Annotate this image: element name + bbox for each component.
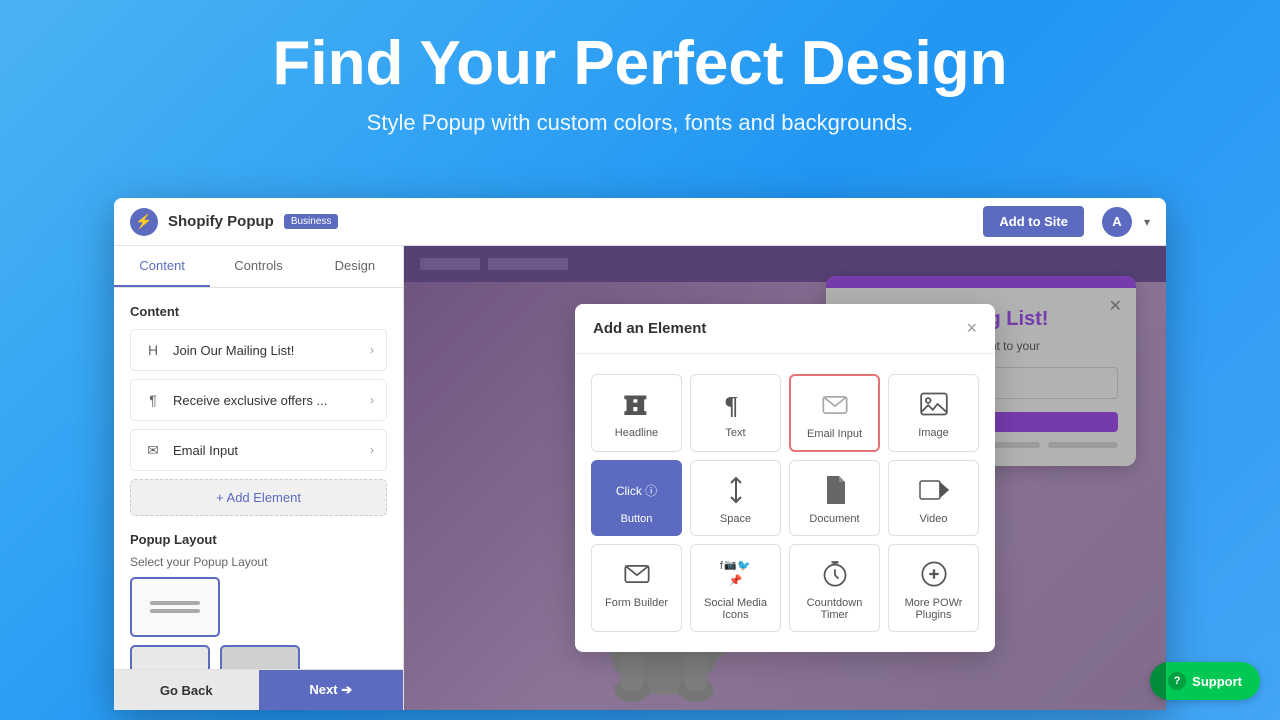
element-button-label: Button	[621, 513, 653, 525]
element-button[interactable]: Click ⓘ Button	[591, 460, 682, 536]
popup-layout-section: Popup Layout Select your Popup Layout	[130, 532, 387, 637]
element-image-label: Image	[918, 427, 949, 439]
modal-header: Add an Element ×	[575, 304, 995, 354]
headline-element-icon: H	[623, 389, 651, 419]
app-window: ⚡ Shopify Popup Business Add to Site A ▾…	[114, 198, 1166, 710]
content-item-email-arrow: ›	[370, 443, 374, 457]
video-element-icon	[919, 475, 949, 505]
modal-body: H Headline ¶ Text	[575, 354, 995, 652]
element-countdown-label: Countdown Timer	[798, 597, 871, 621]
modal-close-icon[interactable]: ×	[966, 318, 977, 339]
element-space-label: Space	[720, 513, 751, 525]
svg-text:H: H	[625, 390, 645, 418]
button-element-icon: Click ⓘ	[616, 475, 657, 505]
hero-subtitle: Style Popup with custom colors, fonts an…	[20, 110, 1260, 136]
more-plugins-element-icon	[920, 559, 948, 589]
element-image[interactable]: Image	[888, 374, 979, 452]
popup-layout-label: Popup Layout	[130, 532, 387, 547]
select-layout-label: Select your Popup Layout	[130, 555, 387, 569]
element-form-builder[interactable]: Form Builder	[591, 544, 682, 632]
email-icon: ✉	[143, 440, 163, 460]
nav-logo: ⚡	[130, 208, 158, 236]
element-more-plugins-label: More POWr Plugins	[897, 597, 970, 621]
content-section-label: Content	[130, 304, 387, 319]
nav-avatar: A	[1102, 207, 1132, 237]
color-bg-item[interactable]: Color Background	[130, 645, 210, 669]
nav-chevron-icon: ▾	[1144, 215, 1150, 229]
sidebar-tabs: Content Controls Design	[114, 246, 403, 288]
support-icon: ?	[1168, 672, 1186, 690]
element-more-plugins[interactable]: More POWr Plugins	[888, 544, 979, 632]
layout-options	[130, 577, 387, 637]
add-element-modal: Add an Element × H Headline	[575, 304, 995, 652]
modal-title: Add an Element	[593, 320, 706, 337]
layout-option-1[interactable]	[130, 577, 220, 637]
sidebar-content-area: Content H Join Our Mailing List! › ¶ Rec…	[114, 288, 403, 669]
sidebar-bottom-buttons: Go Back Next ➔	[114, 669, 403, 710]
element-video[interactable]: Video	[888, 460, 979, 536]
element-social-media[interactable]: f📷🐦📌 Social Media Icons	[690, 544, 781, 632]
element-countdown[interactable]: Countdown Timer	[789, 544, 880, 632]
email-element-icon	[821, 390, 849, 420]
layout-line	[150, 601, 200, 605]
color-bg-swatch	[130, 645, 210, 669]
content-item-text[interactable]: ¶ Receive exclusive offers ... ›	[130, 379, 387, 421]
social-media-element-icon: f📷🐦📌	[720, 559, 752, 589]
element-headline-label: Headline	[615, 427, 658, 439]
nav-badge: Business	[284, 214, 339, 229]
document-element-icon	[823, 475, 847, 505]
add-element-button[interactable]: + Add Element	[130, 479, 387, 516]
content-item-headline[interactable]: H Join Our Mailing List! ›	[130, 329, 387, 371]
image-element-icon	[920, 389, 948, 419]
svg-text:¶: ¶	[724, 390, 738, 418]
element-email-label: Email Input	[807, 428, 862, 440]
element-space[interactable]: Space	[690, 460, 781, 536]
top-nav: ⚡ Shopify Popup Business Add to Site A ▾	[114, 198, 1166, 246]
image-bg-swatch	[220, 645, 300, 669]
nav-title: Shopify Popup	[168, 213, 274, 230]
element-text-label: Text	[725, 427, 745, 439]
color-bg-options: Color Background Image Background	[130, 645, 387, 669]
modal-overlay: Add an Element × H Headline	[404, 246, 1166, 710]
tab-design[interactable]: Design	[307, 246, 403, 287]
element-email-input[interactable]: Email Input	[789, 374, 880, 452]
tab-content[interactable]: Content	[114, 246, 210, 287]
add-to-site-button[interactable]: Add to Site	[983, 206, 1084, 237]
element-headline[interactable]: H Headline	[591, 374, 682, 452]
support-button[interactable]: ? Support	[1150, 662, 1260, 700]
main-layout: Content Controls Design Content H Join O…	[114, 246, 1166, 710]
text-element-icon: ¶	[722, 389, 750, 419]
next-button[interactable]: Next ➔	[259, 670, 404, 710]
form-builder-element-icon	[623, 559, 651, 589]
hero-section: Find Your Perfect Design Style Popup wit…	[0, 0, 1280, 156]
hero-title: Find Your Perfect Design	[20, 30, 1260, 98]
tab-controls[interactable]: Controls	[210, 246, 306, 287]
add-element-label: + Add Element	[216, 490, 301, 505]
support-label: Support	[1192, 674, 1242, 689]
content-item-headline-label: Join Our Mailing List!	[173, 343, 370, 358]
image-bg-item[interactable]: Image Background	[218, 645, 302, 669]
text-icon: ¶	[143, 390, 163, 410]
go-back-button[interactable]: Go Back	[114, 670, 259, 710]
element-text[interactable]: ¶ Text	[690, 374, 781, 452]
content-item-email[interactable]: ✉ Email Input ›	[130, 429, 387, 471]
content-item-text-label: Receive exclusive offers ...	[173, 393, 370, 408]
content-item-arrow: ›	[370, 343, 374, 357]
countdown-element-icon	[821, 559, 849, 589]
element-document[interactable]: Document	[789, 460, 880, 536]
content-item-email-label: Email Input	[173, 443, 370, 458]
headline-icon: H	[143, 340, 163, 360]
element-video-label: Video	[920, 513, 948, 525]
preview-area: ✕ Join Our Mailing List! Receive exclusi…	[404, 246, 1166, 710]
element-social-label: Social Media Icons	[699, 597, 772, 621]
layout-line	[150, 609, 200, 613]
content-item-text-arrow: ›	[370, 393, 374, 407]
element-form-builder-label: Form Builder	[605, 597, 668, 609]
sidebar: Content Controls Design Content H Join O…	[114, 246, 404, 710]
space-element-icon	[726, 475, 746, 505]
element-document-label: Document	[809, 513, 859, 525]
element-grid: H Headline ¶ Text	[591, 374, 979, 632]
